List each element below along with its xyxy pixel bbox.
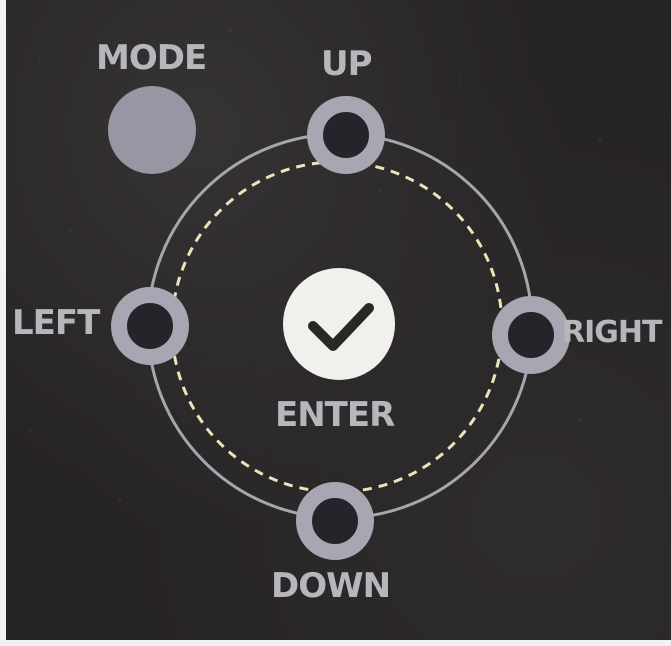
down-button[interactable] [296, 482, 374, 560]
down-label: DOWN [271, 566, 391, 606]
right-button[interactable] [492, 296, 570, 374]
up-button[interactable] [307, 96, 385, 174]
checkmark-icon [308, 303, 374, 351]
up-label: UP [321, 44, 373, 84]
left-label: LEFT [12, 303, 100, 343]
enter-button[interactable] [283, 268, 395, 380]
mode-label: MODE [96, 38, 207, 78]
mode-button[interactable] [108, 86, 196, 174]
enter-label: ENTER [275, 395, 395, 435]
right-label: RIGHT [562, 315, 662, 350]
left-button[interactable] [111, 287, 189, 365]
